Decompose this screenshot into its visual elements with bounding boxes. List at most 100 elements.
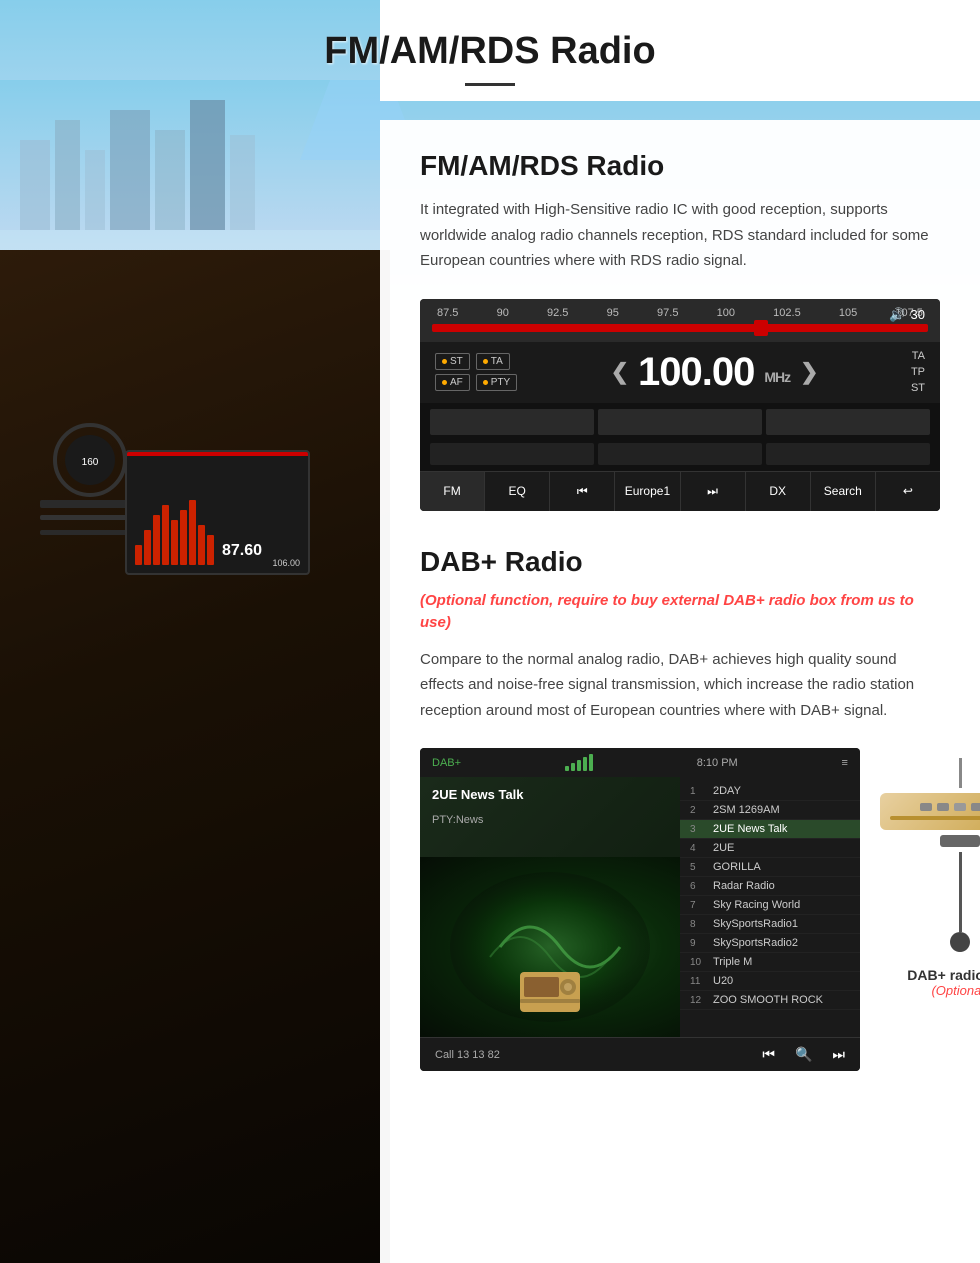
dab-channel-item[interactable]: 9 SkySportsRadio2 [680,934,860,953]
page-header: FM/AM/RDS Radio [0,0,980,101]
dab-channel-item[interactable]: 4 2UE [680,839,860,858]
radio-btn-prev[interactable]: ⏮ [550,472,615,511]
frequency-slider-thumb [754,320,768,336]
dab-next-button[interactable]: ⏭ [832,1046,845,1063]
dab-signal-bars [565,754,593,771]
radio-btn-dx[interactable]: DX [746,472,811,511]
dab-ui-screenshot: DAB+ 8:10 PM ≡ [420,748,860,1071]
dab-station-name: 2UE News Talk [432,787,668,802]
preset-6[interactable] [766,443,930,465]
radio-btn-back[interactable]: ↩ [876,472,940,511]
right-panel: FM/AM/RDS Radio It integrated with High-… [380,120,980,1263]
dab-box-stripe [890,816,980,820]
preset-2[interactable] [598,409,762,435]
dab-optional-text: (Optional function, require to buy exter… [420,590,940,635]
preset-4[interactable] [430,443,594,465]
dab-channel-item-active[interactable]: 3 2UE News Talk [680,820,860,839]
frequency-scale: 87.5 90 92.5 95 97.5 100 102.5 105 107.5 [432,307,928,319]
dab-cable-end [950,932,970,952]
radio-bottom-bar: FM EQ ⏮ Europe1 ⏭ DX Search ↩ [420,471,940,511]
freq-next-arrow[interactable]: ❯ [800,359,817,385]
dab-menu-icon: ≡ [842,757,848,769]
dab-box-visual-container [880,758,980,952]
signal-bar-1 [565,766,569,771]
dab-desc: Compare to the normal analog radio, DAB+… [420,647,940,724]
dab-search-button[interactable]: 🔍 [795,1046,812,1063]
dab-channel-item[interactable]: 1 2DAY [680,782,860,801]
dab-main: 2UE News Talk PTY:News [420,777,860,1037]
preset-5[interactable] [598,443,762,465]
badge-st-right: ST [911,382,925,394]
badge-ta: TA [476,353,510,370]
left-badges: ST TA AF PTY [435,353,517,391]
volume-icon: 🔊 [889,307,905,323]
radio-btn-eq[interactable]: EQ [485,472,550,511]
dab-bottom-bar: Call 13 13 82 ⏮ 🔍 ⏭ [420,1037,860,1071]
dab-box-wrap: DAB+ radio box (Optional) [880,748,980,1091]
signal-bar-5 [589,754,593,771]
dab-channel-item[interactable]: 7 Sky Racing World [680,896,860,915]
dab-ui-wrap: DAB+ 8:10 PM ≡ [420,748,860,1091]
title-underline [465,83,515,86]
fm-section-desc: It integrated with High-Sensitive radio … [420,197,940,274]
preset-1[interactable] [430,409,594,435]
page-title: FM/AM/RDS Radio [20,30,960,73]
volume-indicator: 🔊 30 [889,307,925,323]
badge-af: AF [435,374,470,391]
frequency-display: ❮ 100.00 MHz ❯ [527,350,901,395]
dab-call-sign: Call 13 13 82 [435,1049,500,1061]
dab-left-panel: 2UE News Talk PTY:News [420,777,680,1037]
bottom-section: DAB+ 8:10 PM ≡ [420,748,940,1091]
car-radio-screen: 87.60 106.00 [125,450,310,575]
dab-channel-item[interactable]: 10 Triple M [680,953,860,972]
dab-box-sublabel: (Optional) [880,983,980,998]
dab-section-title: DAB+ Radio [420,546,940,578]
dab-prev-button[interactable]: ⏮ [762,1046,775,1063]
dab-pty: PTY:News [420,812,680,828]
dab-channel-item[interactable]: 8 SkySportsRadio1 [680,915,860,934]
freq-prev-arrow[interactable]: ❮ [611,359,628,385]
dab-top-bar: DAB+ 8:10 PM ≡ [420,748,860,777]
dab-box-body [880,793,980,830]
dab-cable-body [959,852,962,932]
dab-station-info: 2UE News Talk [420,777,680,812]
volume-value: 30 [911,307,925,322]
radio-btn-next[interactable]: ⏭ [681,472,746,511]
frequency-slider-track[interactable] [432,324,928,332]
dab-channel-item[interactable]: 12 ZOO SMOOTH ROCK [680,991,860,1010]
badge-st: ST [435,353,470,370]
dab-channel-list-panel: 1 2DAY 2 2SM 1269AM 3 2UE News Talk [680,777,860,1037]
dab-label: DAB+ [432,757,461,769]
signal-bar-2 [571,763,575,771]
radio-btn-search[interactable]: Search [811,472,876,511]
radio-controls-row: ST TA AF PTY ❮ 100.00 MHz ❯ [420,342,940,403]
radio-btn-fm[interactable]: FM [420,472,485,511]
dab-cable-top [959,758,962,788]
dab-time: 8:10 PM [697,757,738,769]
badge-ta-right: TA [912,350,925,362]
connector-1 [920,803,932,811]
radio-btn-europe1[interactable]: Europe1 [615,472,680,511]
presets-grid-2 [420,441,940,471]
frequency-unit: MHz [764,369,790,385]
dab-box-label: DAB+ radio box [880,967,980,983]
presets-grid-1 [420,403,940,441]
badge-pty: PTY [476,374,517,391]
right-badges: TA TP ST [911,350,925,394]
signal-bar-3 [577,760,581,771]
preset-3[interactable] [766,409,930,435]
frequency-value: 100.00 [638,350,754,395]
badge-tp-right: TP [911,366,925,378]
dab-channel-item[interactable]: 11 U20 [680,972,860,991]
dab-connectors [890,803,980,811]
dab-channel-item[interactable]: 6 Radar Radio [680,877,860,896]
dab-box-connector [940,835,980,847]
dab-channel-list: 1 2DAY 2 2SM 1269AM 3 2UE News Talk [680,777,860,1015]
connector-3 [954,803,966,811]
dab-channel-item[interactable]: 5 GORILLA [680,858,860,877]
fm-section-title: FM/AM/RDS Radio [420,150,940,182]
svg-text:160: 160 [82,457,99,468]
dab-controls: ⏮ 🔍 ⏭ [762,1046,845,1063]
dab-channel-item[interactable]: 2 2SM 1269AM [680,801,860,820]
frequency-bar: 🔊 30 87.5 90 92.5 95 97.5 100 102.5 105 … [420,299,940,342]
